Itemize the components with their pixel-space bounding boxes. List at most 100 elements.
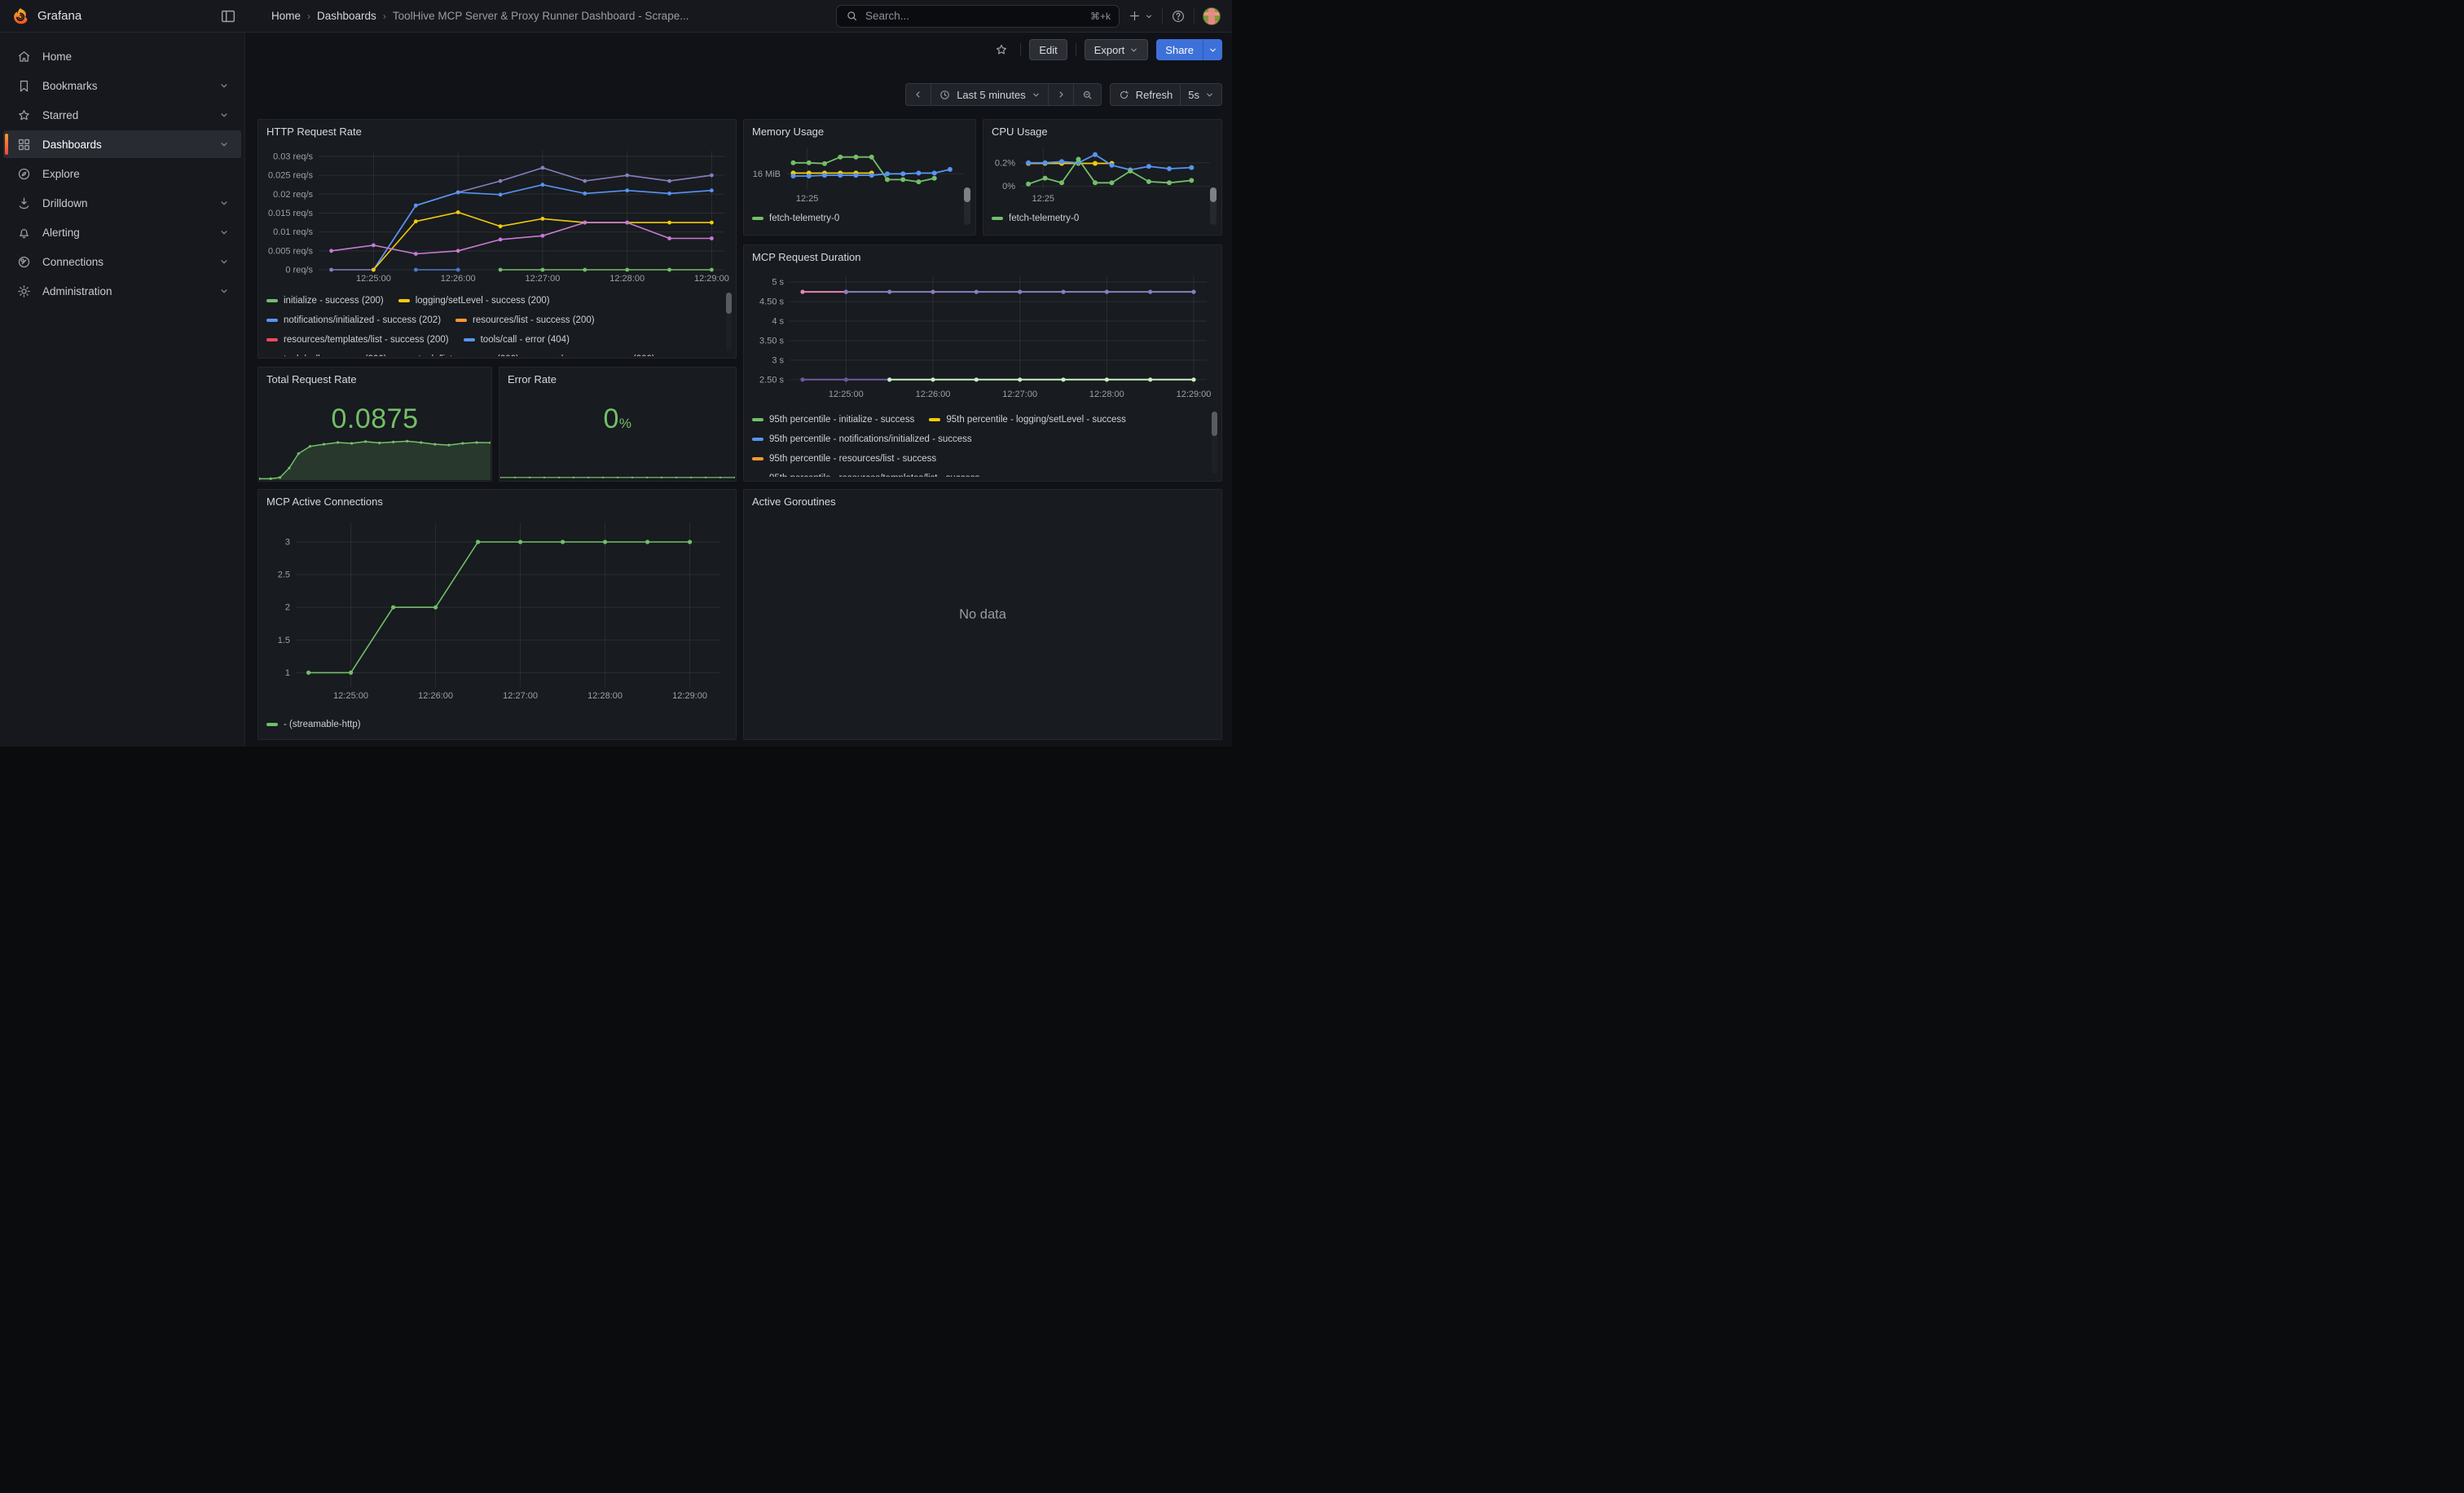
edit-button[interactable]: Edit [1029,39,1067,60]
share-button-label: Share [1165,44,1194,56]
search-box[interactable]: ⌘+k [836,5,1120,28]
chevron-down-icon[interactable] [218,139,230,150]
home-icon [16,49,32,64]
svg-text:2.50 s: 2.50 s [759,375,784,385]
legend-item[interactable]: tools/call - success (200) [266,355,387,356]
legend-item[interactable]: logging/setLevel - success (200) [398,296,550,306]
legend-row: 95th percentile - resources/list - succe… [752,449,1208,469]
legend-row: 95th percentile - initialize - success 95… [752,410,1208,429]
svg-text:0.2%: 0.2% [995,158,1015,168]
grafana-logo-icon[interactable] [11,7,29,25]
legend-scrollbar[interactable] [1210,187,1217,225]
legend-item[interactable]: resources/list - success (200) [455,315,595,325]
chevron-down-icon[interactable] [218,197,230,209]
export-button[interactable]: Export [1085,39,1149,60]
time-range-group: Last 5 minutes [905,83,1102,106]
time-shift-back-button[interactable] [905,83,931,106]
panel-title[interactable]: MCP Active Connections [258,490,736,508]
chevron-down-icon[interactable] [218,256,230,267]
sidebar-item-label: Alerting [42,227,80,239]
legend-item[interactable]: resources/templates/list - success (200) [266,335,449,345]
error-rate-unit: % [619,416,632,431]
svg-text:3.50 s: 3.50 s [759,336,784,346]
panel-cpu-usage: CPU Usage 0.2%0%12:25 fetch-telemetry-0 [983,119,1222,236]
legend-scrollbar[interactable] [1212,412,1217,473]
svg-text:4.50 s: 4.50 s [759,297,784,307]
sidebar-item-starred[interactable]: Starred [3,101,241,129]
svg-text:12:28:00: 12:28:00 [1089,390,1124,399]
breadcrumb-home[interactable]: Home [271,10,301,22]
legend-item[interactable]: 95th percentile - notifications/initiali… [752,434,972,444]
legend-scrollbar[interactable] [964,187,970,225]
sidebar-item-bookmarks[interactable]: Bookmarks [3,72,241,99]
sidebar-item-dashboards[interactable]: Dashboards [3,130,241,158]
legend-item[interactable]: fetch-telemetry-0 [992,214,1079,223]
refresh-interval-picker[interactable]: 5s [1180,83,1222,106]
legend-scrollbar[interactable] [726,293,732,351]
panel-title[interactable]: Total Request Rate [258,368,491,385]
chevron-down-icon[interactable] [218,227,230,238]
panel-title[interactable]: MCP Request Duration [744,245,1221,263]
http-request-rate-chart[interactable]: 0 req/s0.005 req/s0.01 req/s0.015 req/s0… [262,144,731,288]
panel-total-request-rate: Total Request Rate 0.0875 [257,367,492,482]
sidebar-item-label: Bookmarks [42,80,98,92]
sidebar-item-home[interactable]: Home [3,42,241,70]
chevron-down-icon[interactable] [218,80,230,91]
svg-text:0%: 0% [1002,182,1015,192]
legend-item[interactable]: 95th percentile - resources/templates/li… [752,473,979,477]
share-menu-caret[interactable] [1203,39,1222,60]
legend-scrollbar-thumb[interactable] [1212,412,1217,436]
time-shift-forward-button[interactable] [1048,83,1074,106]
sidebar-item-connections[interactable]: Connections [3,248,241,275]
sidebar-item-administration[interactable]: Administration [3,277,241,305]
dock-sidebar-icon[interactable] [219,7,237,25]
legend-item[interactable]: 95th percentile - logging/setLevel - suc… [929,415,1126,425]
legend-item[interactable]: 95th percentile - resources/list - succe… [752,454,936,464]
legend-item[interactable]: unknown - success (200) [534,355,655,356]
no-data-message: No data [744,490,1221,739]
favorite-star-icon[interactable] [991,39,1012,60]
mcp-active-connections-chart[interactable]: 11.522.5312:25:0012:26:0012:27:0012:28:0… [263,514,728,710]
legend-scrollbar-thumb[interactable] [726,293,732,314]
legend-item[interactable]: notifications/initialized - success (202… [266,315,441,325]
time-range-picker[interactable]: Last 5 minutes [931,83,1049,106]
mcp-request-duration-chart[interactable]: 2.50 s3 s3.50 s4 s4.50 s5 s12:25:0012:26… [747,270,1215,405]
legend-row: tools/call - success (200) tools/list - s… [266,350,723,356]
svg-text:3 s: 3 s [772,355,784,365]
legend-item[interactable]: tools/call - error (404) [464,335,570,345]
zoom-out-time-button[interactable] [1073,83,1102,106]
chevron-down-icon[interactable] [218,109,230,121]
active-indicator [5,134,8,155]
help-icon[interactable] [1171,9,1186,24]
search-input[interactable] [865,10,1084,22]
panel-title[interactable]: HTTP Request Rate [258,120,736,138]
legend-item[interactable]: 95th percentile - initialize - success [752,415,914,425]
time-controls: Last 5 minutes Refresh 5s [905,83,1222,106]
legend-scrollbar-thumb[interactable] [964,187,970,202]
panel-title[interactable]: CPU Usage [983,120,1221,138]
legend-item[interactable]: fetch-telemetry-0 [752,214,839,223]
legend-scrollbar-thumb[interactable] [1210,187,1217,202]
legend-row: resources/templates/list - success (200)… [266,330,723,350]
legend-item[interactable]: - (streamable-http) [266,720,361,729]
user-avatar[interactable] [1203,7,1221,25]
export-button-label: Export [1094,44,1125,56]
breadcrumb-dashboards[interactable]: Dashboards [317,10,376,22]
connections-icon [16,254,32,270]
memory-usage-chart[interactable]: 16 MiB12:25 [746,141,969,203]
refresh-button[interactable]: Refresh [1110,83,1181,106]
chevron-down-icon[interactable] [218,285,230,297]
memory-legend: fetch-telemetry-0 [752,209,951,228]
share-button[interactable]: Share [1156,39,1203,60]
panel-title[interactable]: Error Rate [499,368,736,385]
legend-item[interactable]: tools/list - success (200) [402,355,519,356]
legend-item[interactable]: initialize - success (200) [266,296,384,306]
sidebar-item-drilldown[interactable]: Drilldown [3,189,241,217]
add-new-button[interactable] [1128,9,1154,23]
panel-title[interactable]: Memory Usage [744,120,975,138]
legend-row: fetch-telemetry-0 [752,209,951,228]
sidebar-item-explore[interactable]: Explore [3,160,241,187]
sidebar-item-alerting[interactable]: Alerting [3,218,241,246]
cpu-usage-chart[interactable]: 0.2%0%12:25 [985,141,1215,203]
error-rate-sparkline[interactable] [500,467,735,480]
